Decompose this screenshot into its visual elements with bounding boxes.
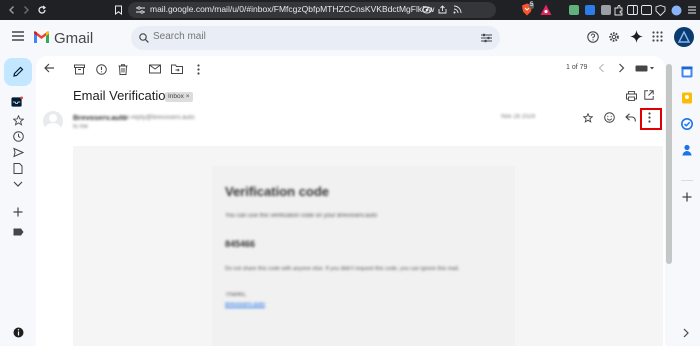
rewards-icon[interactable] (540, 4, 552, 16)
email-content-card: Verification code You can use this verif… (212, 166, 515, 346)
recipient-line: to me (73, 124, 89, 130)
extensions-icon[interactable] (612, 4, 624, 16)
star-icon[interactable] (583, 113, 593, 123)
address-bar[interactable]: mail.google.com/mail/u/0/#inbox/FMfcgzQb… (128, 2, 496, 18)
sent-icon[interactable] (12, 146, 24, 158)
gmail-logo-icon[interactable] (33, 31, 50, 44)
inbox-label-text: Inbox (168, 93, 184, 100)
account-avatar[interactable] (674, 27, 694, 47)
rss-icon[interactable] (453, 5, 462, 14)
search-options-icon[interactable] (481, 33, 492, 43)
wallet-icon[interactable] (654, 4, 666, 16)
reload-icon[interactable] (34, 2, 50, 18)
sender-name[interactable]: Brevoserv.auto (73, 113, 127, 122)
search-icon[interactable] (139, 33, 149, 43)
forward-icon[interactable] (18, 2, 34, 18)
calendar-icon[interactable] (681, 66, 693, 78)
more-labels-chevron-icon[interactable] (12, 178, 24, 190)
back-to-inbox-icon[interactable] (42, 61, 56, 75)
mark-unread-icon[interactable] (148, 62, 162, 76)
starred-icon[interactable] (12, 114, 24, 126)
emoji-react-icon[interactable] (604, 112, 615, 123)
main-menu-icon[interactable] (12, 31, 24, 41)
gmail-wordmark[interactable]: Gmail (54, 30, 93, 47)
keep-icon[interactable] (681, 92, 693, 104)
sidebar-icon[interactable] (626, 4, 638, 16)
report-spam-icon[interactable] (94, 62, 108, 76)
card-title: Verification code (225, 184, 330, 199)
brave-shield-badge: 5 (529, 2, 535, 9)
sender-email: no-reply@brevoserv.auto (122, 114, 195, 121)
gemini-sparkle-icon[interactable] (630, 30, 643, 43)
delete-trash-icon[interactable] (116, 62, 130, 76)
profile-icon[interactable] (670, 4, 682, 16)
inbox-label-chip[interactable]: Inbox × (165, 92, 193, 102)
drafts-icon[interactable] (12, 162, 24, 174)
message-view: 1 of 79 Email Verification Inbox × Brevo… (36, 56, 665, 346)
create-label-plus-icon[interactable] (12, 206, 24, 218)
site-settings-icon[interactable] (136, 6, 145, 14)
pencil-icon (12, 66, 24, 78)
contacts-icon[interactable] (681, 144, 693, 156)
scrollbar[interactable] (666, 60, 672, 290)
settings-gear-icon[interactable] (608, 31, 620, 43)
archive-icon[interactable] (72, 62, 86, 76)
snoozed-clock-icon[interactable] (12, 130, 24, 142)
reply-icon[interactable] (625, 113, 636, 122)
url-text: mail.google.com/mail/u/0/#inbox/FMfcgzQb… (150, 4, 435, 14)
search-input[interactable] (153, 31, 453, 42)
bookmark-icon[interactable] (110, 2, 126, 18)
card-note: Do not share this code with anyone else.… (225, 266, 460, 272)
side-panel (676, 56, 700, 346)
eye-icon[interactable] (422, 6, 432, 14)
newer-chevron-icon[interactable] (594, 61, 608, 75)
sender-avatar[interactable] (43, 111, 63, 131)
inbox-icon[interactable] (11, 96, 23, 108)
apps-grid-icon[interactable] (652, 31, 663, 42)
scrollbar-thumb[interactable] (666, 64, 672, 264)
share-icon[interactable] (438, 5, 447, 14)
tab-search-icon[interactable] (640, 4, 652, 16)
older-chevron-icon[interactable] (614, 61, 628, 75)
help-icon[interactable] (587, 31, 599, 43)
more-actions-icon[interactable] (191, 62, 205, 76)
compose-button[interactable] (4, 58, 32, 86)
print-icon[interactable] (626, 91, 637, 101)
label-tag-icon[interactable] (12, 226, 24, 238)
side-panel-divider (681, 180, 693, 181)
search-bar[interactable] (131, 26, 500, 50)
hide-side-panel-icon[interactable] (682, 328, 690, 338)
input-tools-icon[interactable] (634, 61, 656, 75)
more-options-highlight-box (640, 108, 662, 130)
open-new-window-icon[interactable] (644, 90, 654, 100)
pagination-text: 1 of 79 (566, 64, 588, 71)
info-icon[interactable] (12, 326, 24, 338)
browser-toolbar: mail.google.com/mail/u/0/#inbox/FMfcgzQb… (0, 0, 700, 20)
move-to-folder-icon[interactable] (170, 62, 184, 76)
get-addons-plus-icon[interactable] (682, 192, 692, 202)
card-link[interactable]: Brevoserv.auto (225, 302, 265, 308)
verification-code: 845466 (225, 239, 256, 249)
extension-gray-icon[interactable] (600, 4, 612, 16)
extension-blue-icon[interactable] (584, 4, 596, 16)
message-subject: Email Verification (73, 88, 173, 103)
message-date: Nov 28 2024 (501, 114, 536, 120)
extension-green-icon[interactable] (568, 4, 580, 16)
card-intro: You can use this verification code on yo… (225, 213, 378, 219)
tasks-icon[interactable] (681, 118, 693, 130)
card-signoff: Thanks, (225, 292, 247, 298)
menu-icon[interactable] (686, 4, 698, 16)
